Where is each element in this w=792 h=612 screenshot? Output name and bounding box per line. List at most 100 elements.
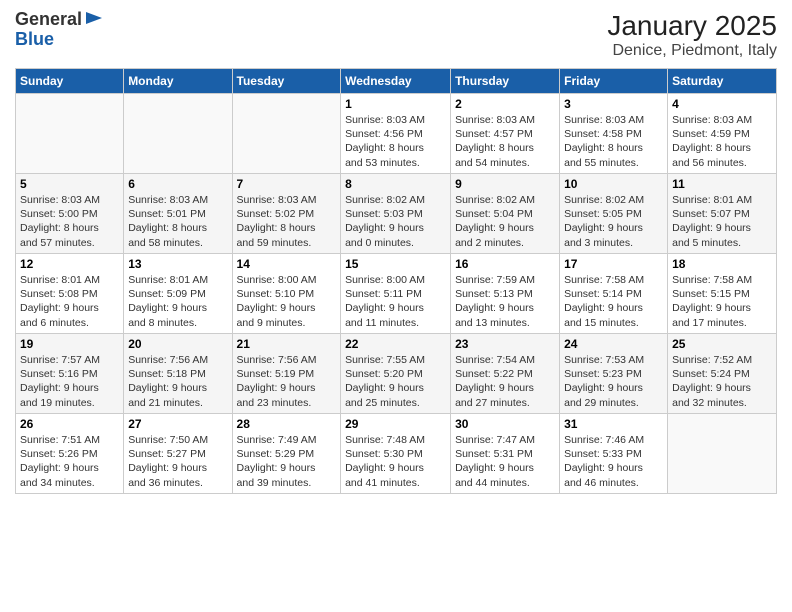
day-info: Sunrise: 7:58 AM Sunset: 5:14 PM Dayligh… <box>564 273 663 330</box>
day-info: Sunrise: 7:50 AM Sunset: 5:27 PM Dayligh… <box>128 433 227 490</box>
col-tuesday: Tuesday <box>232 69 341 94</box>
calendar-cell: 12Sunrise: 8:01 AM Sunset: 5:08 PM Dayli… <box>16 254 124 334</box>
day-number: 15 <box>345 257 446 271</box>
calendar-cell: 29Sunrise: 7:48 AM Sunset: 5:30 PM Dayli… <box>341 414 451 494</box>
calendar-cell: 2 Sunrise: 8:03 AM Sunset: 4:57 PM Daylig… <box>451 94 560 174</box>
day-info: Sunrise: 8:00 AM Sunset: 5:10 PM Dayligh… <box>237 273 337 330</box>
day-number: 13 <box>128 257 227 271</box>
title-block: January 2025 Denice, Piedmont, Italy <box>607 10 777 60</box>
col-saturday: Saturday <box>668 69 777 94</box>
day-info: Sunrise: 7:48 AM Sunset: 5:30 PM Dayligh… <box>345 433 446 490</box>
calendar-cell: 31Sunrise: 7:46 AM Sunset: 5:33 PM Dayli… <box>560 414 668 494</box>
calendar-table: Sunday Monday Tuesday Wednesday Thursday… <box>15 68 777 494</box>
day-number: 23 <box>455 337 555 351</box>
day-number: 8 <box>345 177 446 191</box>
day-info: Sunrise: 8:01 AM Sunset: 5:08 PM Dayligh… <box>20 273 119 330</box>
calendar-cell: 21 Sunrise: 7:56 AM Sunset: 5:19 PM Dayli… <box>232 334 341 414</box>
day-info: Sunrise: 7:47 AM Sunset: 5:31 PM Dayligh… <box>455 433 555 490</box>
day-number: 7 <box>237 177 337 191</box>
calendar-cell: 14 Sunrise: 8:00 AM Sunset: 5:10 PM Dayli… <box>232 254 341 334</box>
calendar-cell: 13 Sunrise: 8:01 AM Sunset: 5:09 PM Dayli… <box>124 254 232 334</box>
calendar-cell: 22 Sunrise: 7:55 AM Sunset: 5:20 PM Dayli… <box>341 334 451 414</box>
page-container: General Blue January 2025 Denice, Piedmo… <box>0 0 792 504</box>
day-info: Sunrise: 7:56 AM Sunset: 5:19 PM Dayligh… <box>237 353 337 410</box>
day-number: 10 <box>564 177 663 191</box>
calendar-cell: 19Sunrise: 7:57 AM Sunset: 5:16 PM Dayli… <box>16 334 124 414</box>
logo: General Blue <box>15 10 104 50</box>
day-number: 9 <box>455 177 555 191</box>
calendar-cell: 23 Sunrise: 7:54 AM Sunset: 5:22 PM Dayli… <box>451 334 560 414</box>
calendar-week-1: 1 Sunrise: 8:03 AM Sunset: 4:56 PM Daylig… <box>16 94 777 174</box>
col-friday: Friday <box>560 69 668 94</box>
day-info: Sunrise: 7:59 AM Sunset: 5:13 PM Dayligh… <box>455 273 555 330</box>
calendar-cell <box>232 94 341 174</box>
calendar-week-3: 12Sunrise: 8:01 AM Sunset: 5:08 PM Dayli… <box>16 254 777 334</box>
calendar-cell: 20Sunrise: 7:56 AM Sunset: 5:18 PM Dayli… <box>124 334 232 414</box>
calendar-cell: 1 Sunrise: 8:03 AM Sunset: 4:56 PM Daylig… <box>341 94 451 174</box>
day-number: 5 <box>20 177 119 191</box>
calendar-cell: 8 Sunrise: 8:02 AM Sunset: 5:03 PM Daylig… <box>341 174 451 254</box>
day-info: Sunrise: 7:53 AM Sunset: 5:23 PM Dayligh… <box>564 353 663 410</box>
calendar-header-row: Sunday Monday Tuesday Wednesday Thursday… <box>16 69 777 94</box>
day-info: Sunrise: 7:57 AM Sunset: 5:16 PM Dayligh… <box>20 353 119 410</box>
calendar-cell: 7 Sunrise: 8:03 AM Sunset: 5:02 PM Daylig… <box>232 174 341 254</box>
day-number: 20 <box>128 337 227 351</box>
col-monday: Monday <box>124 69 232 94</box>
day-info: Sunrise: 8:01 AM Sunset: 5:07 PM Dayligh… <box>672 193 772 250</box>
day-number: 2 <box>455 97 555 111</box>
calendar-cell: 16 Sunrise: 7:59 AM Sunset: 5:13 PM Dayli… <box>451 254 560 334</box>
calendar-cell: 26 Sunrise: 7:51 AM Sunset: 5:26 PM Dayli… <box>16 414 124 494</box>
day-info: Sunrise: 8:02 AM Sunset: 5:05 PM Dayligh… <box>564 193 663 250</box>
calendar-cell: 4Sunrise: 8:03 AM Sunset: 4:59 PM Daylig… <box>668 94 777 174</box>
day-info: Sunrise: 8:03 AM Sunset: 5:02 PM Dayligh… <box>237 193 337 250</box>
day-number: 16 <box>455 257 555 271</box>
day-number: 22 <box>345 337 446 351</box>
day-number: 17 <box>564 257 663 271</box>
day-number: 11 <box>672 177 772 191</box>
calendar-cell: 6 Sunrise: 8:03 AM Sunset: 5:01 PM Daylig… <box>124 174 232 254</box>
day-info: Sunrise: 8:02 AM Sunset: 5:04 PM Dayligh… <box>455 193 555 250</box>
day-number: 27 <box>128 417 227 431</box>
day-info: Sunrise: 7:58 AM Sunset: 5:15 PM Dayligh… <box>672 273 772 330</box>
day-info: Sunrise: 8:03 AM Sunset: 4:57 PM Dayligh… <box>455 113 555 170</box>
day-number: 28 <box>237 417 337 431</box>
calendar-cell: 27 Sunrise: 7:50 AM Sunset: 5:27 PM Dayli… <box>124 414 232 494</box>
calendar-cell: 11 Sunrise: 8:01 AM Sunset: 5:07 PM Dayli… <box>668 174 777 254</box>
day-number: 6 <box>128 177 227 191</box>
day-number: 3 <box>564 97 663 111</box>
calendar-cell: 10 Sunrise: 8:02 AM Sunset: 5:05 PM Dayli… <box>560 174 668 254</box>
calendar-cell: 3Sunrise: 8:03 AM Sunset: 4:58 PM Daylig… <box>560 94 668 174</box>
day-info: Sunrise: 7:54 AM Sunset: 5:22 PM Dayligh… <box>455 353 555 410</box>
day-number: 21 <box>237 337 337 351</box>
day-number: 14 <box>237 257 337 271</box>
day-info: Sunrise: 7:55 AM Sunset: 5:20 PM Dayligh… <box>345 353 446 410</box>
day-number: 18 <box>672 257 772 271</box>
calendar-cell: 18 Sunrise: 7:58 AM Sunset: 5:15 PM Dayli… <box>668 254 777 334</box>
col-sunday: Sunday <box>16 69 124 94</box>
calendar-week-5: 26 Sunrise: 7:51 AM Sunset: 5:26 PM Dayli… <box>16 414 777 494</box>
calendar-week-4: 19Sunrise: 7:57 AM Sunset: 5:16 PM Dayli… <box>16 334 777 414</box>
day-info: Sunrise: 8:03 AM Sunset: 5:01 PM Dayligh… <box>128 193 227 250</box>
day-number: 30 <box>455 417 555 431</box>
calendar-cell <box>124 94 232 174</box>
day-info: Sunrise: 8:02 AM Sunset: 5:03 PM Dayligh… <box>345 193 446 250</box>
calendar-week-2: 5Sunrise: 8:03 AM Sunset: 5:00 PM Daylig… <box>16 174 777 254</box>
day-info: Sunrise: 7:46 AM Sunset: 5:33 PM Dayligh… <box>564 433 663 490</box>
col-wednesday: Wednesday <box>341 69 451 94</box>
calendar-cell: 28 Sunrise: 7:49 AM Sunset: 5:29 PM Dayli… <box>232 414 341 494</box>
calendar-cell <box>668 414 777 494</box>
day-number: 26 <box>20 417 119 431</box>
day-info: Sunrise: 7:51 AM Sunset: 5:26 PM Dayligh… <box>20 433 119 490</box>
calendar-cell: 24Sunrise: 7:53 AM Sunset: 5:23 PM Dayli… <box>560 334 668 414</box>
day-info: Sunrise: 7:49 AM Sunset: 5:29 PM Dayligh… <box>237 433 337 490</box>
day-number: 1 <box>345 97 446 111</box>
calendar-cell: 25Sunrise: 7:52 AM Sunset: 5:24 PM Dayli… <box>668 334 777 414</box>
day-info: Sunrise: 8:01 AM Sunset: 5:09 PM Dayligh… <box>128 273 227 330</box>
logo-general-text: General <box>15 10 82 30</box>
day-info: Sunrise: 8:03 AM Sunset: 4:59 PM Dayligh… <box>672 113 772 170</box>
calendar-title: January 2025 <box>607 10 777 42</box>
calendar-cell: 15Sunrise: 8:00 AM Sunset: 5:11 PM Dayli… <box>341 254 451 334</box>
calendar-cell: 9 Sunrise: 8:02 AM Sunset: 5:04 PM Daylig… <box>451 174 560 254</box>
day-info: Sunrise: 8:03 AM Sunset: 4:56 PM Dayligh… <box>345 113 446 170</box>
calendar-cell: 17 Sunrise: 7:58 AM Sunset: 5:14 PM Dayli… <box>560 254 668 334</box>
